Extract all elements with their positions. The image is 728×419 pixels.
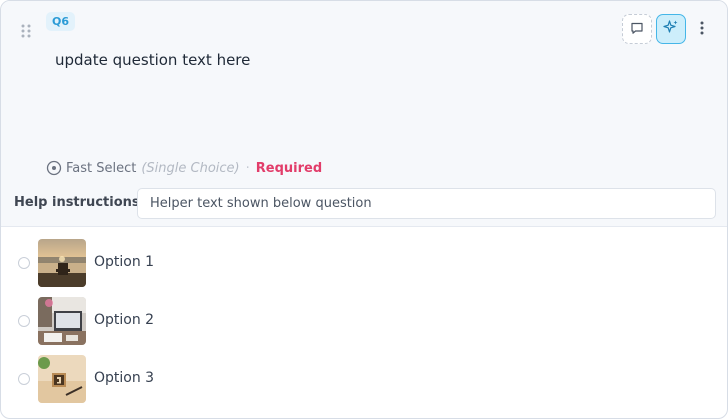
ai-assist-button[interactable] — [656, 14, 686, 44]
question-text[interactable]: update question text here — [55, 51, 250, 69]
option-label[interactable]: Option 2 — [94, 312, 154, 328]
radio-target-icon — [46, 160, 62, 176]
question-card: Q6 update question text here Fast Select… — [0, 0, 728, 419]
comment-button[interactable] — [622, 14, 652, 44]
question-type-label[interactable]: Fast Select — [66, 161, 136, 176]
question-meta: Fast Select (Single Choice) · Required — [46, 159, 322, 177]
comment-icon — [630, 20, 644, 39]
drag-handle-icon[interactable] — [20, 24, 32, 38]
more-options-button[interactable] — [691, 14, 713, 44]
option-row[interactable]: Option 3 — [1, 353, 727, 403]
more-vertical-icon — [700, 20, 704, 39]
divider — [1, 226, 727, 227]
option-radio[interactable] — [18, 315, 30, 327]
option-label[interactable]: Option 3 — [94, 370, 154, 386]
sparkles-icon — [663, 19, 679, 39]
option-label[interactable]: Option 1 — [94, 254, 154, 270]
option-radio[interactable] — [18, 257, 30, 269]
required-toggle[interactable]: Required — [256, 161, 322, 176]
option-row[interactable]: Option 1 — [1, 237, 727, 287]
option-image[interactable] — [38, 355, 86, 403]
help-instructions-input[interactable]: Helper text shown below question — [137, 188, 716, 219]
question-number-badge: Q6 — [46, 12, 76, 31]
option-image[interactable] — [38, 297, 86, 345]
meta-separator: · — [245, 160, 250, 176]
option-row[interactable]: Option 2 — [1, 295, 727, 345]
option-image[interactable] — [38, 239, 86, 287]
option-radio[interactable] — [18, 373, 30, 385]
question-type-sub: (Single Choice) — [141, 160, 240, 176]
help-instructions-label: Help instructions: — [14, 195, 145, 210]
